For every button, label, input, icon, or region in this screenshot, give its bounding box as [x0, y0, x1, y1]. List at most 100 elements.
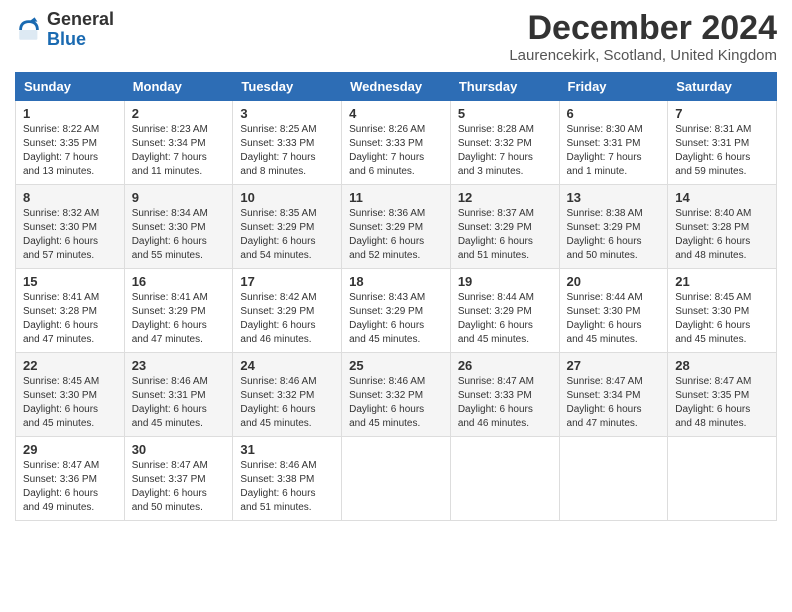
day-number: 7: [675, 106, 769, 121]
day-number: 22: [23, 358, 117, 373]
week-row: 8 Sunrise: 8:32 AMSunset: 3:30 PMDaylight…: [16, 185, 777, 269]
day-cell: 15 Sunrise: 8:41 AMSunset: 3:28 PMDayligh…: [16, 269, 125, 353]
day-number: 14: [675, 190, 769, 205]
day-info: Sunrise: 8:47 AMSunset: 3:37 PMDaylight:…: [132, 459, 226, 515]
day-cell: 3Sunrise: 8:25 AMSunset: 3:33 PMDaylight…: [233, 101, 342, 185]
day-info: Sunrise: 8:46 AMSunset: 3:32 PMDaylight:…: [349, 375, 443, 431]
logo-area: General Blue: [15, 10, 114, 50]
day-number: 9: [132, 190, 226, 205]
day-cell: 17Sunrise: 8:42 AMSunset: 3:29 PMDayligh…: [233, 269, 342, 353]
day-cell: 18Sunrise: 8:43 AMSunset: 3:29 PMDayligh…: [342, 269, 451, 353]
day-cell: 21 Sunrise: 8:45 AMSunset: 3:30 PMDayligh…: [668, 269, 777, 353]
month-title: December 2024: [509, 10, 777, 47]
day-info: Sunrise: 8:38 AMSunset: 3:29 PMDaylight:…: [567, 207, 661, 263]
week-row: 15 Sunrise: 8:41 AMSunset: 3:28 PMDayligh…: [16, 269, 777, 353]
day-cell: 20 Sunrise: 8:44 AMSunset: 3:30 PMDayligh…: [559, 269, 668, 353]
day-cell: 2 Sunrise: 8:23 AMSunset: 3:34 PMDaylight…: [124, 101, 233, 185]
day-info: Sunrise: 8:43 AMSunset: 3:29 PMDaylight:…: [349, 291, 443, 347]
day-cell: 8 Sunrise: 8:32 AMSunset: 3:30 PMDaylight…: [16, 185, 125, 269]
day-info: Sunrise: 8:41 AMSunset: 3:29 PMDaylight:…: [132, 291, 226, 347]
day-number: 31: [240, 442, 334, 457]
location-title: Laurencekirk, Scotland, United Kingdom: [509, 47, 777, 64]
day-cell: 25 Sunrise: 8:46 AMSunset: 3:32 PMDayligh…: [342, 353, 451, 437]
day-info: Sunrise: 8:47 AMSunset: 3:36 PMDaylight:…: [23, 459, 117, 515]
day-info: Sunrise: 8:32 AMSunset: 3:30 PMDaylight:…: [23, 207, 117, 263]
day-info: Sunrise: 8:40 AMSunset: 3:28 PMDaylight:…: [675, 207, 769, 263]
day-number: 24: [240, 358, 334, 373]
day-cell: 31 Sunrise: 8:46 AMSunset: 3:38 PMDayligh…: [233, 437, 342, 521]
header: General Blue December 2024 Laurencekirk,…: [15, 10, 777, 64]
day-info: Sunrise: 8:44 AMSunset: 3:30 PMDaylight:…: [567, 291, 661, 347]
day-number: 13: [567, 190, 661, 205]
day-cell: 10 Sunrise: 8:35 AMSunset: 3:29 PMDayligh…: [233, 185, 342, 269]
calendar-header: SundayMondayTuesdayWednesdayThursdayFrid…: [16, 73, 777, 101]
logo-blue: Blue: [47, 30, 114, 50]
week-row: 22 Sunrise: 8:45 AMSunset: 3:30 PMDayligh…: [16, 353, 777, 437]
day-number: 25: [349, 358, 443, 373]
day-number: 2: [132, 106, 226, 121]
header-cell-wednesday: Wednesday: [342, 73, 451, 101]
logo-general: General: [47, 10, 114, 30]
week-row: 29 Sunrise: 8:47 AMSunset: 3:36 PMDayligh…: [16, 437, 777, 521]
day-cell: 7 Sunrise: 8:31 AMSunset: 3:31 PMDaylight…: [668, 101, 777, 185]
day-cell: 14 Sunrise: 8:40 AMSunset: 3:28 PMDayligh…: [668, 185, 777, 269]
day-cell: [450, 437, 559, 521]
day-cell: 5 Sunrise: 8:28 AMSunset: 3:32 PMDaylight…: [450, 101, 559, 185]
header-cell-monday: Monday: [124, 73, 233, 101]
day-number: 29: [23, 442, 117, 457]
day-number: 6: [567, 106, 661, 121]
day-info: Sunrise: 8:22 AMSunset: 3:35 PMDaylight:…: [23, 123, 117, 179]
day-number: 30: [132, 442, 226, 457]
header-cell-friday: Friday: [559, 73, 668, 101]
day-info: Sunrise: 8:45 AMSunset: 3:30 PMDaylight:…: [675, 291, 769, 347]
day-cell: 6 Sunrise: 8:30 AMSunset: 3:31 PMDaylight…: [559, 101, 668, 185]
calendar-table: SundayMondayTuesdayWednesdayThursdayFrid…: [15, 72, 777, 521]
day-number: 21: [675, 274, 769, 289]
header-cell-saturday: Saturday: [668, 73, 777, 101]
day-cell: [559, 437, 668, 521]
day-cell: 29 Sunrise: 8:47 AMSunset: 3:36 PMDayligh…: [16, 437, 125, 521]
day-number: 26: [458, 358, 552, 373]
day-cell: [668, 437, 777, 521]
day-info: Sunrise: 8:46 AMSunset: 3:31 PMDaylight:…: [132, 375, 226, 431]
day-info: Sunrise: 8:36 AMSunset: 3:29 PMDaylight:…: [349, 207, 443, 263]
day-number: 15: [23, 274, 117, 289]
day-number: 11: [349, 190, 443, 205]
day-info: Sunrise: 8:28 AMSunset: 3:32 PMDaylight:…: [458, 123, 552, 179]
day-number: 8: [23, 190, 117, 205]
day-number: 12: [458, 190, 552, 205]
day-info: Sunrise: 8:46 AMSunset: 3:38 PMDaylight:…: [240, 459, 334, 515]
day-cell: 1 Sunrise: 8:22 AMSunset: 3:35 PMDaylight…: [16, 101, 125, 185]
header-cell-tuesday: Tuesday: [233, 73, 342, 101]
day-info: Sunrise: 8:30 AMSunset: 3:31 PMDaylight:…: [567, 123, 661, 179]
day-number: 1: [23, 106, 117, 121]
title-area: December 2024 Laurencekirk, Scotland, Un…: [509, 10, 777, 64]
day-info: Sunrise: 8:47 AMSunset: 3:33 PMDaylight:…: [458, 375, 552, 431]
day-info: Sunrise: 8:46 AMSunset: 3:32 PMDaylight:…: [240, 375, 334, 431]
day-cell: 19Sunrise: 8:44 AMSunset: 3:29 PMDayligh…: [450, 269, 559, 353]
day-info: Sunrise: 8:23 AMSunset: 3:34 PMDaylight:…: [132, 123, 226, 179]
logo-text: General Blue: [47, 10, 114, 50]
day-cell: 27Sunrise: 8:47 AMSunset: 3:34 PMDayligh…: [559, 353, 668, 437]
header-row: SundayMondayTuesdayWednesdayThursdayFrid…: [16, 73, 777, 101]
day-info: Sunrise: 8:47 AMSunset: 3:34 PMDaylight:…: [567, 375, 661, 431]
day-info: Sunrise: 8:34 AMSunset: 3:30 PMDaylight:…: [132, 207, 226, 263]
day-info: Sunrise: 8:37 AMSunset: 3:29 PMDaylight:…: [458, 207, 552, 263]
day-info: Sunrise: 8:31 AMSunset: 3:31 PMDaylight:…: [675, 123, 769, 179]
day-cell: 30 Sunrise: 8:47 AMSunset: 3:37 PMDayligh…: [124, 437, 233, 521]
day-cell: 16Sunrise: 8:41 AMSunset: 3:29 PMDayligh…: [124, 269, 233, 353]
day-number: 4: [349, 106, 443, 121]
day-info: Sunrise: 8:45 AMSunset: 3:30 PMDaylight:…: [23, 375, 117, 431]
day-info: Sunrise: 8:25 AMSunset: 3:33 PMDaylight:…: [240, 123, 334, 179]
day-number: 5: [458, 106, 552, 121]
day-number: 20: [567, 274, 661, 289]
day-number: 10: [240, 190, 334, 205]
day-cell: 13 Sunrise: 8:38 AMSunset: 3:29 PMDayligh…: [559, 185, 668, 269]
day-cell: 26 Sunrise: 8:47 AMSunset: 3:33 PMDayligh…: [450, 353, 559, 437]
day-cell: 23Sunrise: 8:46 AMSunset: 3:31 PMDayligh…: [124, 353, 233, 437]
day-info: Sunrise: 8:35 AMSunset: 3:29 PMDaylight:…: [240, 207, 334, 263]
day-cell: [342, 437, 451, 521]
week-row: 1 Sunrise: 8:22 AMSunset: 3:35 PMDaylight…: [16, 101, 777, 185]
day-info: Sunrise: 8:41 AMSunset: 3:28 PMDaylight:…: [23, 291, 117, 347]
day-cell: 22 Sunrise: 8:45 AMSunset: 3:30 PMDayligh…: [16, 353, 125, 437]
